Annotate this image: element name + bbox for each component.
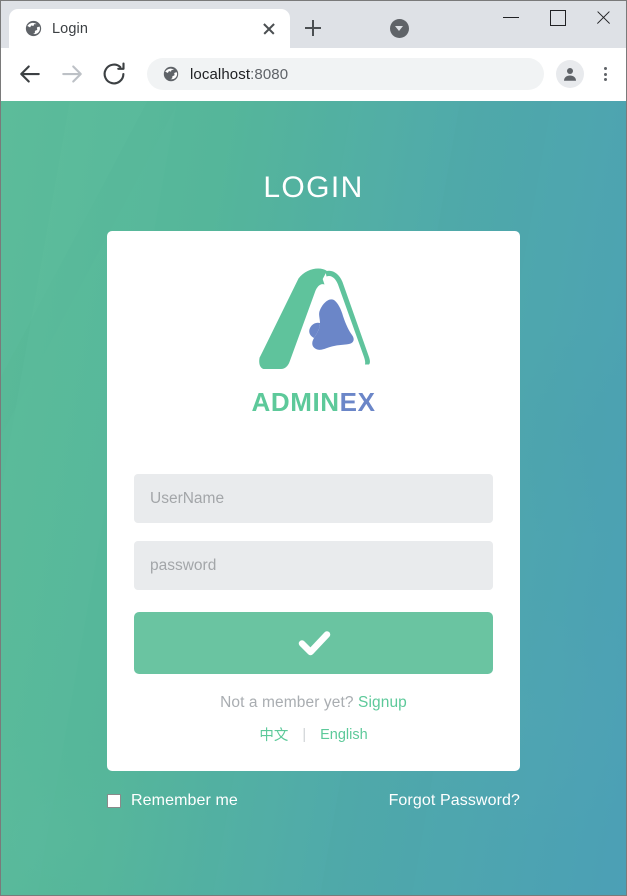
browser-toolbar: localhost:8080 [1, 48, 626, 101]
reload-button[interactable] [99, 59, 129, 89]
kebab-dot [603, 67, 607, 71]
back-button[interactable] [15, 59, 45, 89]
password-input[interactable] [134, 541, 493, 590]
arrow-left-icon [20, 65, 40, 83]
remember-me-group[interactable]: Remember me [107, 792, 238, 810]
window-controls [488, 1, 626, 33]
adminex-logo-icon [258, 268, 370, 370]
login-submit-button[interactable] [134, 612, 493, 674]
kebab-dot [603, 72, 607, 76]
address-bar[interactable]: localhost:8080 [147, 58, 544, 90]
remember-me-label: Remember me [131, 792, 238, 809]
logo-wordmark: ADMINEX [251, 387, 375, 418]
tab-close-icon[interactable] [258, 18, 280, 40]
new-tab-button[interactable] [298, 13, 328, 43]
language-switcher: 中文 | English [259, 724, 367, 745]
language-separator: | [302, 726, 307, 743]
remember-me-checkbox[interactable] [107, 794, 121, 808]
reload-icon [103, 62, 125, 85]
address-bar-text: localhost:8080 [190, 66, 288, 83]
page-viewport: LOGIN ADMINEX UserName Not a member yet?… [1, 101, 626, 895]
login-footer: Remember me Forgot Password? [107, 792, 520, 810]
tab-title: Login [52, 20, 88, 37]
kebab-dot [603, 78, 607, 82]
signup-link[interactable]: Signup [358, 694, 407, 711]
page-title: LOGIN [263, 171, 364, 204]
check-icon [298, 631, 330, 656]
tab-search-icon[interactable] [390, 19, 409, 38]
logo-text-secondary: EX [339, 387, 376, 417]
forgot-password-link[interactable]: Forgot Password? [389, 792, 520, 810]
globe-icon [25, 20, 42, 37]
language-chinese-link[interactable]: 中文 [259, 724, 288, 745]
url-port: :8080 [250, 65, 289, 83]
language-english-link[interactable]: English [320, 727, 368, 743]
signup-row: Not a member yet? Signup [220, 694, 407, 712]
browser-menu-button[interactable] [594, 59, 616, 89]
login-card: ADMINEX Not a member yet? Signup 中文 | En… [107, 231, 520, 771]
arrow-right-icon [62, 65, 82, 83]
window-close-button[interactable] [580, 1, 626, 33]
username-input[interactable] [134, 474, 493, 523]
person-icon [564, 68, 576, 81]
maximize-button[interactable] [534, 1, 580, 33]
logo-text-primary: ADMIN [251, 387, 340, 417]
browser-window: Login localhost:8080 LOGIN ADMINEX UserN… [0, 0, 627, 896]
profile-button[interactable] [556, 60, 584, 88]
signup-prompt: Not a member yet? [220, 694, 354, 711]
tab-strip: Login [1, 1, 626, 48]
browser-tab[interactable]: Login [9, 9, 290, 48]
minimize-button[interactable] [488, 1, 534, 33]
url-host: localhost [190, 65, 251, 83]
globe-icon [163, 66, 179, 82]
forward-button[interactable] [57, 59, 87, 89]
login-page: LOGIN ADMINEX UserName Not a member yet?… [1, 101, 626, 895]
